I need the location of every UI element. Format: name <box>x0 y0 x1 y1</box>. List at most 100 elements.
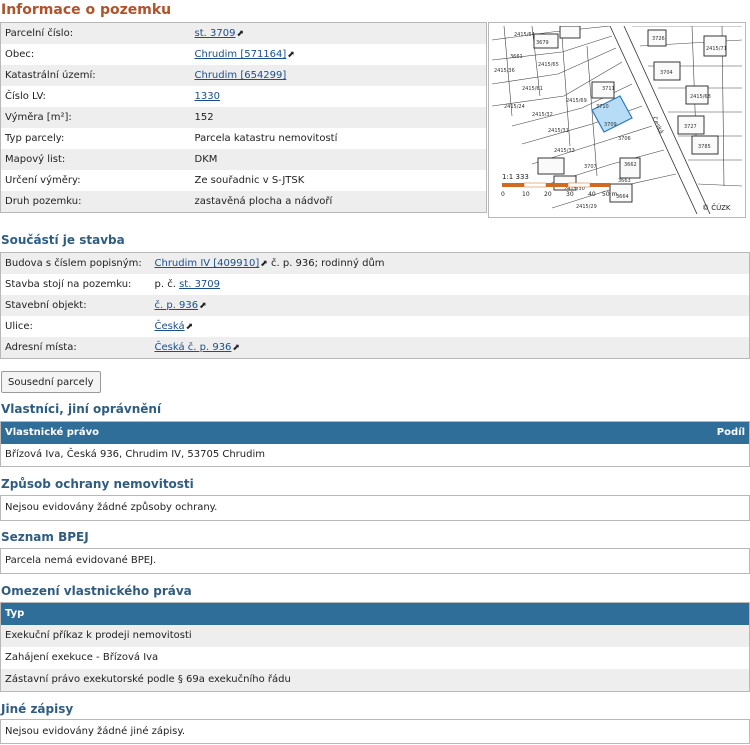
row-label: Druh pozemku: <box>0 191 191 213</box>
row-label: Adresní místa: <box>0 337 151 359</box>
svg-text:3727: 3727 <box>684 124 697 130</box>
header-podil: Podíl <box>716 427 745 438</box>
table-row: Stavební objekt: č. p. 936⬈ <box>0 295 750 316</box>
ochrana-box: Nejsou evidovány žádné způsoby ochrany. <box>0 495 750 521</box>
table-row: Stavba stojí na pozemku: p. č. st. 3709 <box>0 274 750 295</box>
table-row: Katastrální území: Chrudim [654299] <box>0 65 487 86</box>
svg-text:3706: 3706 <box>618 136 631 142</box>
stoji-prefix: p. č. <box>154 279 176 290</box>
stavba-parcel-link[interactable]: st. 3709 <box>179 279 220 290</box>
page-title: Informace o pozemku <box>1 2 172 18</box>
table-row: Druh pozemku: zastavěná plocha a nádvoří <box>0 191 487 213</box>
row-value: 152 <box>190 107 487 128</box>
svg-text:20: 20 <box>544 191 552 198</box>
svg-text:0: 0 <box>501 191 505 198</box>
stavebni-objekt-link[interactable]: č. p. 936 <box>155 300 199 311</box>
table-row: Obec: Chrudim [571164]⬈ <box>0 44 487 65</box>
budova-link[interactable]: Chrudim IV [409910] <box>155 258 260 269</box>
svg-text:2415/24: 2415/24 <box>504 104 525 110</box>
cadastral-map-thumbnail[interactable]: 2415/64 3679 3661 2415/36 2415/65 2415/6… <box>488 22 746 218</box>
cislo-lv-link[interactable]: 1330 <box>195 91 220 102</box>
jine-box: Nejsou evidovány žádné jiné zápisy. <box>0 719 750 744</box>
row-label: Určení výměry: <box>0 170 191 191</box>
map-copyright: © ČÚZK <box>702 203 731 212</box>
svg-text:3709: 3709 <box>604 122 617 128</box>
svg-text:1:1 333: 1:1 333 <box>502 173 529 181</box>
svg-text:2415/68: 2415/68 <box>690 94 711 100</box>
vlastnici-table: Vlastnické právo Podíl Břízová Iva, Česk… <box>0 421 750 467</box>
bpej-text: Parcela nemá evidované BPEJ. <box>5 555 157 566</box>
obec-link[interactable]: Chrudim [571164] <box>195 49 287 60</box>
omezeni-table: Typ Exekuční příkaz k prodeji nemovitost… <box>0 602 750 692</box>
row-label: Ulice: <box>0 316 151 337</box>
omezeni-section-title: Omezení vlastnického práva <box>1 584 192 598</box>
bpej-box: Parcela nemá evidované BPEJ. <box>0 548 750 574</box>
adresni-mista-link[interactable]: Česká č. p. 936 <box>155 342 232 353</box>
svg-text:3726: 3726 <box>652 36 665 42</box>
table-row: Mapový list: DKM <box>0 149 487 170</box>
row-value: zastavěná plocha a nádvoří <box>190 191 487 213</box>
row-label: Budova s číslem popisným: <box>0 252 151 274</box>
table-header: Typ <box>1 603 749 625</box>
stavba-table: Budova s číslem popisným: Chrudim IV [40… <box>0 252 750 359</box>
table-row: Budova s číslem popisným: Chrudim IV [40… <box>0 252 750 274</box>
svg-text:2415/32: 2415/32 <box>532 112 553 118</box>
jine-section-title: Jiné zápisy <box>1 702 74 716</box>
parcel-number-link[interactable]: st. 3709 <box>195 28 236 39</box>
header-vlastnicke-pravo: Vlastnické právo <box>5 427 99 438</box>
table-row: Parcelní číslo: st. 3709⬈ <box>0 22 487 44</box>
row-value: Ze souřadnic v S-JTSK <box>190 170 487 191</box>
row-label: Katastrální území: <box>0 65 191 86</box>
svg-text:3710: 3710 <box>596 104 609 110</box>
table-row: Číslo LV: 1330 <box>0 86 487 107</box>
external-link-icon: ⬈ <box>236 29 244 39</box>
list-item: Zahájení exekuce - Břízová Iva <box>5 652 159 663</box>
table-row: Ulice: Česká⬈ <box>0 316 750 337</box>
neighbouring-parcels-button[interactable]: Sousední parcely <box>1 371 101 393</box>
ulice-link[interactable]: Česká <box>155 321 185 332</box>
svg-text:40: 40 <box>588 191 596 198</box>
row-label: Stavba stojí na pozemku: <box>0 274 151 295</box>
svg-text:2415/29: 2415/29 <box>576 204 597 210</box>
svg-text:2415/36: 2415/36 <box>494 68 515 74</box>
external-link-icon: ⬈ <box>185 322 194 332</box>
table-row: Typ parcely: Parcela katastru nemovitost… <box>0 128 487 149</box>
svg-text:3664: 3664 <box>616 194 629 200</box>
cadastral-map[interactable]: 2415/64 3679 3661 2415/36 2415/65 2415/6… <box>491 25 743 215</box>
svg-text:2415/65: 2415/65 <box>538 62 559 68</box>
svg-text:2415/31: 2415/31 <box>548 128 569 134</box>
katastralni-uzemi-link[interactable]: Chrudim [654299] <box>195 70 287 81</box>
row-label: Stavební objekt: <box>0 295 151 316</box>
ochrana-text: Nejsou evidovány žádné způsoby ochrany. <box>5 502 218 513</box>
external-link-icon: ⬈ <box>232 343 240 353</box>
row-label: Obec: <box>0 44 191 65</box>
svg-text:2415/61: 2415/61 <box>522 86 543 92</box>
table-row: Výměra [m²]: 152 <box>0 107 487 128</box>
svg-text:50 m: 50 m <box>602 191 618 198</box>
external-link-icon: ⬈ <box>260 259 268 269</box>
svg-text:3785: 3785 <box>698 144 711 150</box>
parcel-info-table: Parcelní číslo: st. 3709⬈ Obec: Chrudim … <box>0 22 487 213</box>
svg-text:2415/69: 2415/69 <box>566 98 587 104</box>
vlastnici-section-title: Vlastníci, jiní oprávnění <box>1 402 162 416</box>
row-label: Parcelní číslo: <box>0 22 191 44</box>
bpej-section-title: Seznam BPEJ <box>1 530 89 544</box>
svg-text:2415/33: 2415/33 <box>554 148 575 154</box>
svg-text:2415/64: 2415/64 <box>514 32 535 38</box>
svg-text:3707: 3707 <box>584 164 597 170</box>
svg-text:3662: 3662 <box>624 162 637 168</box>
row-label: Typ parcely: <box>0 128 191 149</box>
stavba-section-title: Součástí je stavba <box>1 233 125 247</box>
jine-text: Nejsou evidovány žádné jiné zápisy. <box>5 726 186 737</box>
svg-text:3661: 3661 <box>510 54 523 60</box>
svg-text:2415/71: 2415/71 <box>706 46 727 52</box>
svg-text:3711: 3711 <box>602 86 615 92</box>
table-header: Vlastnické právo Podíl <box>1 422 749 444</box>
row-value: Parcela katastru nemovitostí <box>190 128 487 149</box>
owner-row: Břízová Iva, Česká 936, Chrudim IV, 5370… <box>5 449 265 460</box>
budova-detail: č. p. 936; rodinný dům <box>267 258 385 269</box>
svg-text:3679: 3679 <box>536 40 549 46</box>
ochrana-section-title: Způsob ochrany nemovitosti <box>1 477 194 491</box>
row-label: Mapový list: <box>0 149 191 170</box>
external-link-icon: ⬈ <box>199 301 207 311</box>
